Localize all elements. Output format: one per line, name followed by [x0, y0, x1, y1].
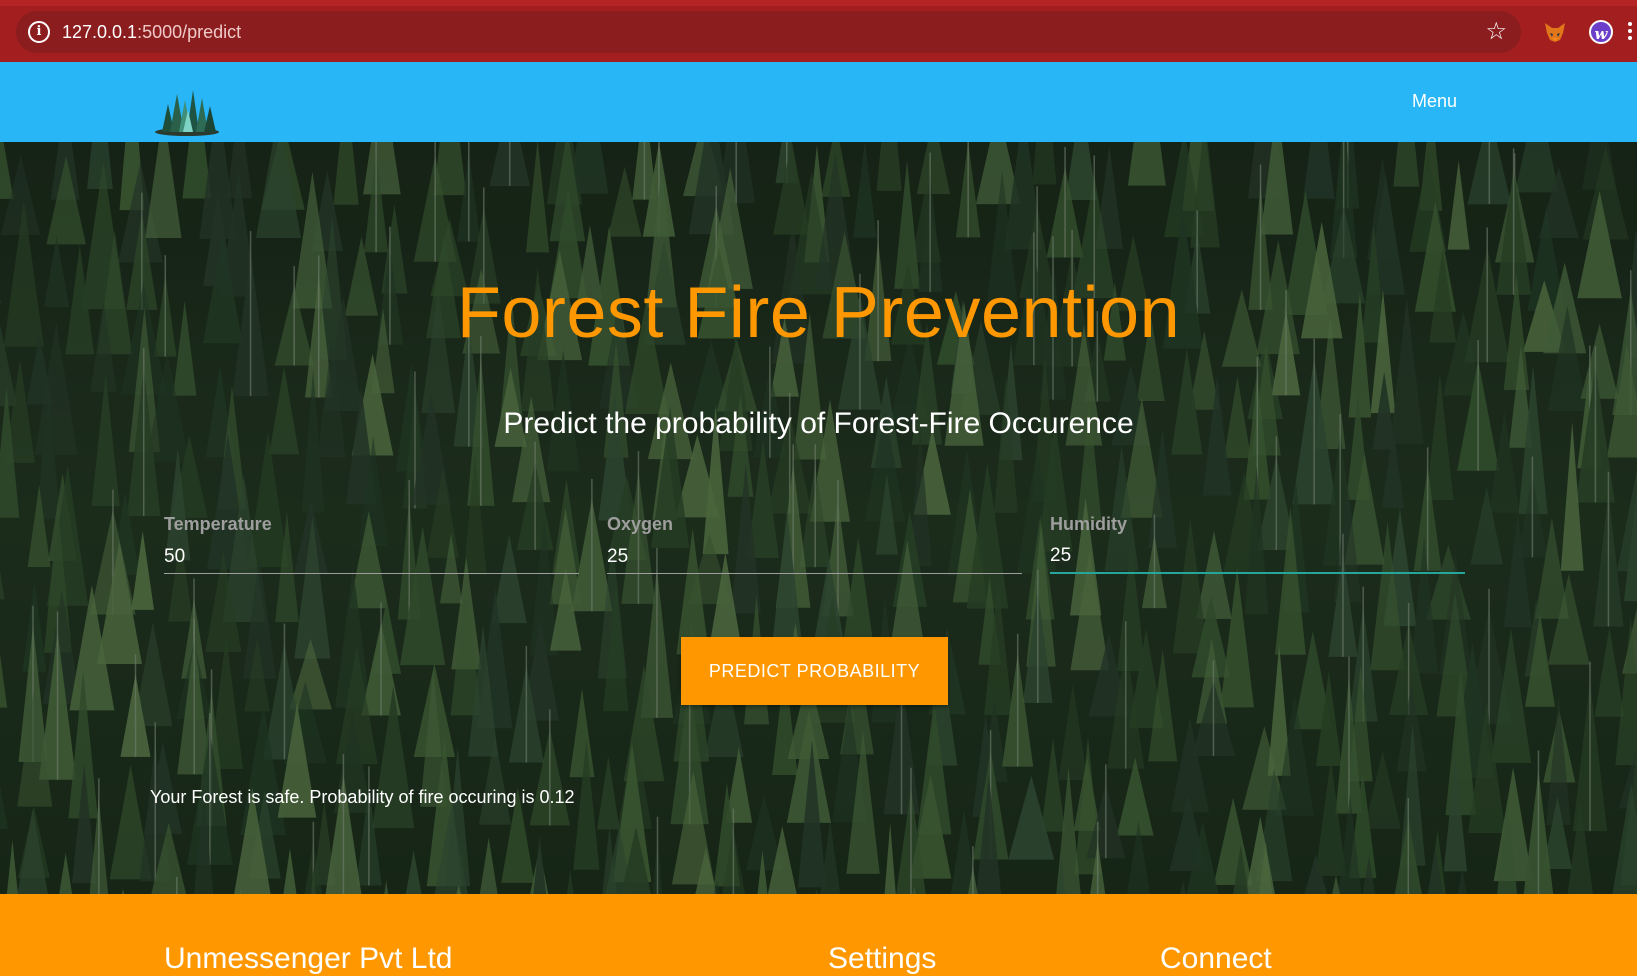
- page-subtitle: Predict the probability of Forest-Fire O…: [503, 407, 1134, 440]
- address-bar[interactable]: i 127.0.0.1:5000/predict ☆: [16, 11, 1521, 53]
- url-host: 127.0.0.1: [62, 22, 138, 42]
- url-text[interactable]: 127.0.0.1:5000/predict: [62, 22, 241, 43]
- footer-company-heading: Unmessenger Pvt Ltd: [164, 942, 453, 975]
- site-footer: Unmessenger Pvt Ltd Settings Connect: [0, 894, 1637, 976]
- page-title: Forest Fire Prevention: [456, 273, 1181, 353]
- menu-link[interactable]: Menu: [1412, 91, 1457, 112]
- temperature-label: Temperature: [164, 514, 272, 534]
- browser-tab-strip: [0, 0, 1637, 6]
- temperature-field: Temperature: [164, 514, 579, 576]
- humidity-input[interactable]: [1050, 540, 1465, 574]
- oxygen-input[interactable]: [607, 540, 1022, 574]
- info-icon[interactable]: i: [28, 21, 50, 43]
- forest-logo-icon[interactable]: [154, 82, 220, 136]
- star-icon[interactable]: ☆: [1485, 17, 1507, 47]
- hero-section: Forest Fire Prevention Predict the proba…: [0, 142, 1637, 894]
- url-path: :5000/predict: [137, 22, 242, 42]
- prediction-result: Your Forest is safe. Probability of fire…: [150, 787, 575, 807]
- footer-connect-heading: Connect: [1160, 942, 1272, 975]
- site-navbar: Menu: [0, 62, 1637, 142]
- predict-probability-button[interactable]: PREDICT PROBABILITY: [681, 637, 948, 705]
- footer-settings-heading: Settings: [828, 942, 937, 975]
- w-extension-icon[interactable]: w: [1589, 20, 1613, 44]
- browser-toolbar: i 127.0.0.1:5000/predict ☆ w: [0, 0, 1637, 62]
- fox-extension-icon[interactable]: [1543, 20, 1567, 44]
- oxygen-label: Oxygen: [607, 514, 674, 534]
- temperature-input[interactable]: [164, 540, 579, 574]
- humidity-field: Humidity: [1050, 514, 1465, 576]
- humidity-label: Humidity: [1050, 514, 1128, 534]
- oxygen-field: Oxygen: [607, 514, 1022, 576]
- more-icon[interactable]: [1628, 22, 1634, 42]
